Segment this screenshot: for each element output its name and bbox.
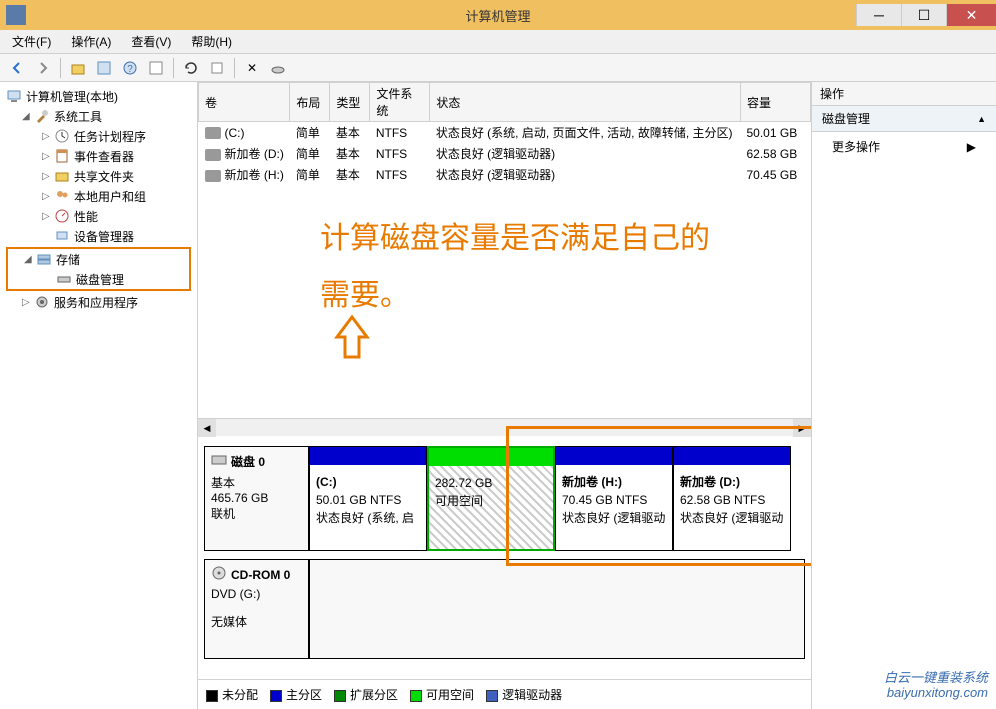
close-button[interactable]: ✕ (946, 4, 996, 26)
users-icon (54, 188, 70, 204)
actions-section-title[interactable]: 磁盘管理 ▲ (812, 106, 996, 132)
menu-action[interactable]: 操作(A) (67, 31, 115, 52)
expand-icon[interactable]: ▷ (42, 151, 54, 162)
expand-icon[interactable]: ▷ (42, 131, 54, 142)
horizontal-scrollbar[interactable]: ◀ ▶ (198, 418, 811, 436)
tools-icon (34, 108, 50, 124)
tree-panel[interactable]: 计算机管理(本地) ◢ 系统工具 ▷ 任务计划程序 ▷ 事件查看器 ▷ 共享文件… (0, 82, 198, 709)
tree-services-apps[interactable]: ▷ 服务和应用程序 (2, 292, 195, 312)
collapse-icon[interactable]: ◢ (24, 254, 36, 265)
partition[interactable]: 282.72 GB可用空间 (427, 446, 555, 551)
col-type[interactable]: 类型 (330, 83, 370, 122)
cdrom-info: CD-ROM 0 DVD (G:) 无媒体 (204, 559, 309, 659)
disk-graphic-section: 磁盘 0 基本 465.76 GB 联机 (C:)50.01 GB NTFS状态… (198, 436, 811, 679)
cancel-button[interactable]: ✕ (241, 57, 263, 79)
partition-map: (C:)50.01 GB NTFS状态良好 (系统, 启282.72 GB可用空… (309, 446, 805, 551)
toolbar-icon-2[interactable] (206, 57, 228, 79)
minimize-button[interactable]: ─ (856, 4, 901, 26)
tree-disk-management[interactable]: 磁盘管理 (8, 269, 189, 289)
tree-device-manager[interactable]: 设备管理器 (2, 226, 195, 246)
storage-icon (36, 251, 52, 267)
cdrom-row[interactable]: CD-ROM 0 DVD (G:) 无媒体 (204, 559, 805, 659)
app-icon (6, 5, 26, 25)
expand-icon[interactable]: ▷ (22, 297, 34, 308)
performance-icon (54, 208, 70, 224)
legend: 未分配 主分区 扩展分区 可用空间 逻辑驱动器 (198, 679, 811, 709)
actions-header: 操作 (812, 82, 996, 106)
cdrom-icon (211, 566, 227, 583)
table-row[interactable]: (C:)简单基本NTFS状态良好 (系统, 启动, 页面文件, 活动, 故障转储… (199, 122, 811, 144)
properties-button[interactable] (93, 57, 115, 79)
tree-system-tools[interactable]: ◢ 系统工具 (2, 106, 195, 126)
col-fs[interactable]: 文件系统 (370, 83, 430, 122)
shared-icon (54, 168, 70, 184)
col-capacity[interactable]: 容量 (741, 83, 811, 122)
col-volume[interactable]: 卷 (199, 83, 290, 122)
disk-icon (211, 453, 227, 470)
svg-text:?: ? (127, 64, 133, 75)
main-content: 计算机管理(本地) ◢ 系统工具 ▷ 任务计划程序 ▷ 事件查看器 ▷ 共享文件… (0, 82, 996, 709)
partition[interactable]: 新加卷 (D:)62.58 GB NTFS状态良好 (逻辑驱动 (673, 446, 791, 551)
services-icon (34, 294, 50, 310)
disk-settings-button[interactable] (267, 57, 289, 79)
col-layout[interactable]: 布局 (290, 83, 330, 122)
menu-help[interactable]: 帮助(H) (187, 31, 236, 52)
menu-view[interactable]: 查看(V) (127, 31, 175, 52)
scroll-left-icon[interactable]: ◀ (198, 419, 216, 437)
volume-table[interactable]: 卷 布局 类型 文件系统 状态 容量 (C:)简单基本NTFS状态良好 (系统,… (198, 82, 811, 185)
help-button[interactable]: ? (119, 57, 141, 79)
tree-storage[interactable]: ◢ 存储 (8, 249, 189, 269)
table-row[interactable]: 新加卷 (H:)简单基本NTFS状态良好 (逻辑驱动器)70.45 GB (199, 164, 811, 185)
expand-icon[interactable]: ▷ (42, 171, 54, 182)
forward-button[interactable] (32, 57, 54, 79)
tree-performance[interactable]: ▷ 性能 (2, 206, 195, 226)
storage-highlight: ◢ 存储 磁盘管理 (6, 247, 191, 291)
expand-icon[interactable]: ▷ (42, 191, 54, 202)
center-panel: 卷 布局 类型 文件系统 状态 容量 (C:)简单基本NTFS状态良好 (系统,… (198, 82, 812, 709)
disk-mgmt-icon (56, 271, 72, 287)
collapse-icon[interactable]: ▲ (977, 114, 986, 124)
menu-bar: 文件(F) 操作(A) 查看(V) 帮助(H) (0, 30, 996, 54)
tree-root[interactable]: 计算机管理(本地) (2, 86, 195, 106)
back-button[interactable] (6, 57, 28, 79)
disk-0-row[interactable]: 磁盘 0 基本 465.76 GB 联机 (C:)50.01 GB NTFS状态… (204, 446, 805, 551)
tree-shared-folders[interactable]: ▷ 共享文件夹 (2, 166, 195, 186)
tree-task-scheduler[interactable]: ▷ 任务计划程序 (2, 126, 195, 146)
scroll-right-icon[interactable]: ▶ (793, 419, 811, 437)
chevron-right-icon: ▶ (967, 140, 976, 154)
watermark: 白云一键重装系统 baiyunxitong.com (884, 670, 988, 701)
up-button[interactable] (67, 57, 89, 79)
window-controls: ─ ☐ ✕ (856, 4, 996, 26)
disk-0-info: 磁盘 0 基本 465.76 GB 联机 (204, 446, 309, 551)
scheduler-icon (54, 128, 70, 144)
partition[interactable]: (C:)50.01 GB NTFS状态良好 (系统, 启 (309, 446, 427, 551)
device-icon (54, 228, 70, 244)
expand-icon[interactable]: ▷ (42, 211, 54, 222)
tree-local-users[interactable]: ▷ 本地用户和组 (2, 186, 195, 206)
menu-file[interactable]: 文件(F) (8, 31, 55, 52)
annotation-text: 计算磁盘容量是否满足自己的 需要。 (320, 210, 710, 324)
toolbar: ? ✕ (0, 54, 996, 82)
col-status[interactable]: 状态 (430, 83, 741, 122)
window-title: 计算机管理 (465, 6, 530, 25)
actions-panel: 操作 磁盘管理 ▲ 更多操作 ▶ (812, 82, 996, 709)
event-icon (54, 148, 70, 164)
computer-icon (6, 88, 22, 104)
title-bar: 计算机管理 ─ ☐ ✕ (0, 0, 996, 30)
tree-event-viewer[interactable]: ▷ 事件查看器 (2, 146, 195, 166)
partition[interactable]: 新加卷 (H:)70.45 GB NTFS状态良好 (逻辑驱动 (555, 446, 673, 551)
annotation-arrow-icon (332, 312, 372, 373)
toolbar-icon-1[interactable] (145, 57, 167, 79)
maximize-button[interactable]: ☐ (901, 4, 946, 26)
more-actions[interactable]: 更多操作 ▶ (812, 132, 996, 161)
refresh-button[interactable] (180, 57, 202, 79)
table-row[interactable]: 新加卷 (D:)简单基本NTFS状态良好 (逻辑驱动器)62.58 GB (199, 143, 811, 164)
collapse-icon[interactable]: ◢ (22, 111, 34, 122)
